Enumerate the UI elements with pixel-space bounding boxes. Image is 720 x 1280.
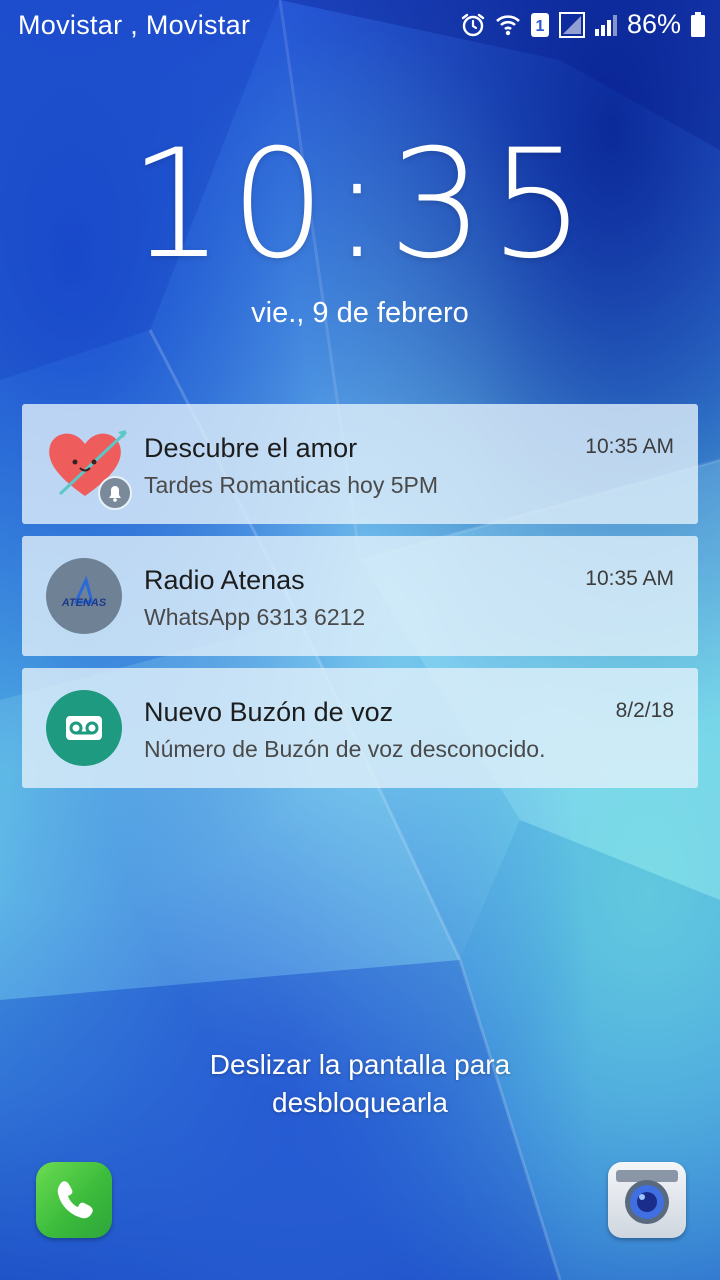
notification-time: 10:35 AM xyxy=(585,567,674,590)
wifi-icon xyxy=(495,12,521,38)
notification-radio-atenas[interactable]: ATENAS Radio Atenas WhatsApp 6313 6212 1… xyxy=(22,536,698,656)
lockscreen-date: vie., 9 de febrero xyxy=(251,297,469,329)
status-bar: Movistar , Movistar 1 86% xyxy=(0,0,720,50)
notification-time: 10:35 AM xyxy=(585,435,674,458)
lockscreen-clock: 10:35 xyxy=(128,118,592,292)
voicemail-icon xyxy=(46,690,122,766)
svg-text:1: 1 xyxy=(536,18,545,35)
notification-subtitle: Número de Buzón de voz desconocido. xyxy=(144,736,546,762)
notification-descubre-el-amor[interactable]: Descubre el amor Tardes Romanticas hoy 5… xyxy=(22,404,698,524)
radio-atenas-logo: ATENAS xyxy=(46,558,122,634)
notification-title: Radio Atenas xyxy=(144,565,305,595)
battery-percent: 86% xyxy=(626,9,681,39)
notification-time: 8/2/18 xyxy=(615,699,674,722)
heart-arrow-icon xyxy=(46,426,132,510)
notification-voicemail[interactable]: Nuevo Buzón de voz Número de Buzón de vo… xyxy=(22,668,698,788)
status-icons: 1 86% xyxy=(460,9,706,40)
camera-icon xyxy=(616,1170,678,1224)
alarm-icon xyxy=(460,12,486,38)
carrier-name: Movistar , Movistar xyxy=(18,10,251,40)
phone-icon xyxy=(57,1181,93,1219)
notification-subtitle: WhatsApp 6313 6212 xyxy=(144,604,366,630)
battery-icon xyxy=(690,11,706,38)
unlock-hint: Deslizar la pantalla para desbloquearla xyxy=(0,1046,720,1122)
bell-badge-icon xyxy=(98,476,132,510)
camera-shortcut-button[interactable] xyxy=(608,1162,686,1238)
notification-title: Descubre el amor xyxy=(144,433,358,463)
signal-sim1-icon xyxy=(558,11,585,38)
notification-title: Nuevo Buzón de voz xyxy=(144,697,394,727)
sim-slot-icon: 1 xyxy=(530,12,550,38)
unlock-hint-line2: desbloquearla xyxy=(272,1087,448,1118)
unlock-hint-line1: Deslizar la pantalla para xyxy=(209,1049,511,1080)
signal-sim2-icon xyxy=(594,13,618,37)
svg-text:ATENAS: ATENAS xyxy=(61,597,107,609)
notification-subtitle: Tardes Romanticas hoy 5PM xyxy=(144,472,439,498)
phone-shortcut-button[interactable] xyxy=(36,1162,112,1238)
